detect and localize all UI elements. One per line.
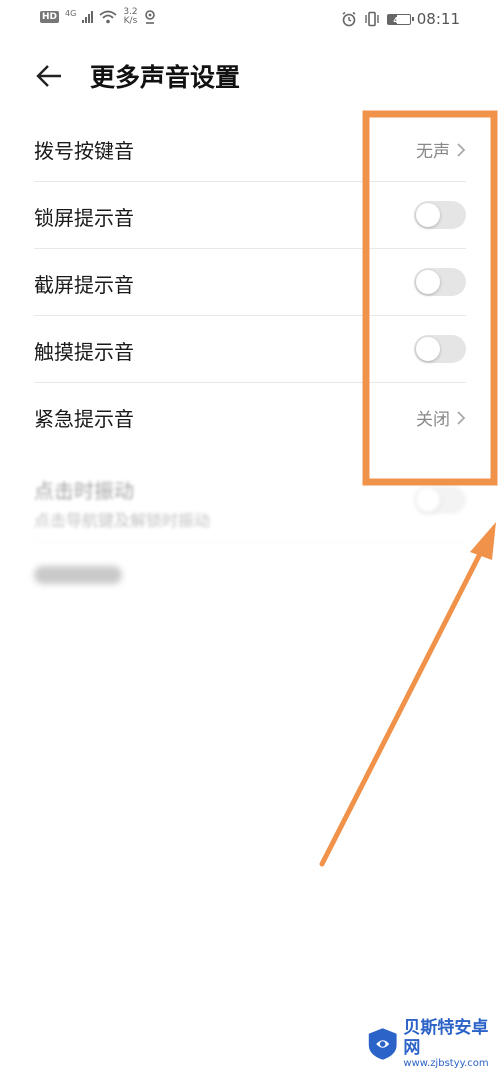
network-speed: 3.2 K/s [123, 8, 137, 26]
setting-label: 截屏提示音 [34, 273, 134, 297]
vibrate-icon [365, 11, 379, 27]
watermark-url: www.zjbstyy.com [403, 1058, 489, 1069]
setting-value-text: 关闭 [416, 410, 450, 430]
setting-label: 拨号按键音 [34, 139, 134, 163]
setting-value[interactable]: 关闭 [416, 405, 466, 430]
arrow-left-icon[interactable] [34, 61, 64, 91]
signal-icon [82, 11, 94, 23]
setting-blurred-item [34, 542, 466, 608]
setting-dial-pad-tone[interactable]: 拨号按键音 无声 [34, 115, 466, 182]
setting-label: 点击时振动 [34, 479, 134, 503]
lock-screen-sound-toggle[interactable] [414, 201, 466, 229]
toggle-knob [416, 488, 440, 512]
watermark-name: 贝斯特安卓网 [403, 1018, 489, 1058]
setting-lock-screen-sound[interactable]: 锁屏提示音 [34, 182, 466, 249]
battery-level: 41 [393, 15, 405, 25]
setting-touch-vibration[interactable]: 点击时振动 点击导航键及解锁时振动 [34, 455, 466, 542]
setting-screenshot-sound[interactable]: 截屏提示音 [34, 249, 466, 316]
toggle-knob [416, 337, 440, 361]
app-header: 更多声音设置 [0, 55, 500, 101]
alarm-icon [342, 11, 356, 27]
touch-vibration-toggle[interactable] [414, 486, 466, 514]
setting-label: 触摸提示音 [34, 340, 134, 364]
faded-settings: 点击时振动 点击导航键及解锁时振动 [0, 455, 500, 608]
toggle-knob [416, 203, 440, 227]
setting-label: 紧急提示音 [34, 407, 134, 431]
hd-badge: HD [40, 11, 60, 23]
setting-touch-sound[interactable]: 触摸提示音 [34, 316, 466, 383]
setting-value[interactable]: 无声 [416, 137, 466, 162]
touch-sound-toggle[interactable] [414, 335, 466, 363]
page-title: 更多声音设置 [90, 63, 241, 92]
status-bar: HD 4G 3.2 K/s 41 08:11 [0, 0, 500, 38]
screenshot-sound-toggle[interactable] [414, 268, 466, 296]
location-icon [144, 10, 155, 24]
setting-sublabel: 点击导航键及解锁时振动 [34, 511, 211, 530]
wifi-icon [99, 10, 117, 24]
chevron-right-icon [457, 142, 466, 157]
network-type: 4G [65, 8, 77, 18]
toggle-knob [416, 270, 440, 294]
status-time: 08:11 [416, 10, 460, 28]
chevron-right-icon [457, 410, 466, 425]
setting-label: 锁屏提示音 [34, 206, 134, 230]
setting-value-text: 无声 [416, 142, 450, 162]
blurred-label [34, 566, 122, 584]
battery-icon: 41 [386, 13, 414, 25]
speed-unit: K/s [123, 16, 138, 26]
settings-list: 拨号按键音 无声 锁屏提示音 截屏提示音 触摸提示音 紧急提示音 关闭 [0, 115, 500, 449]
setting-emergency-tone[interactable]: 紧急提示音 关闭 [34, 383, 466, 449]
watermark: 贝斯特安卓网 www.zjbstyy.com [366, 1018, 498, 1069]
shield-logo-icon [368, 1028, 397, 1060]
